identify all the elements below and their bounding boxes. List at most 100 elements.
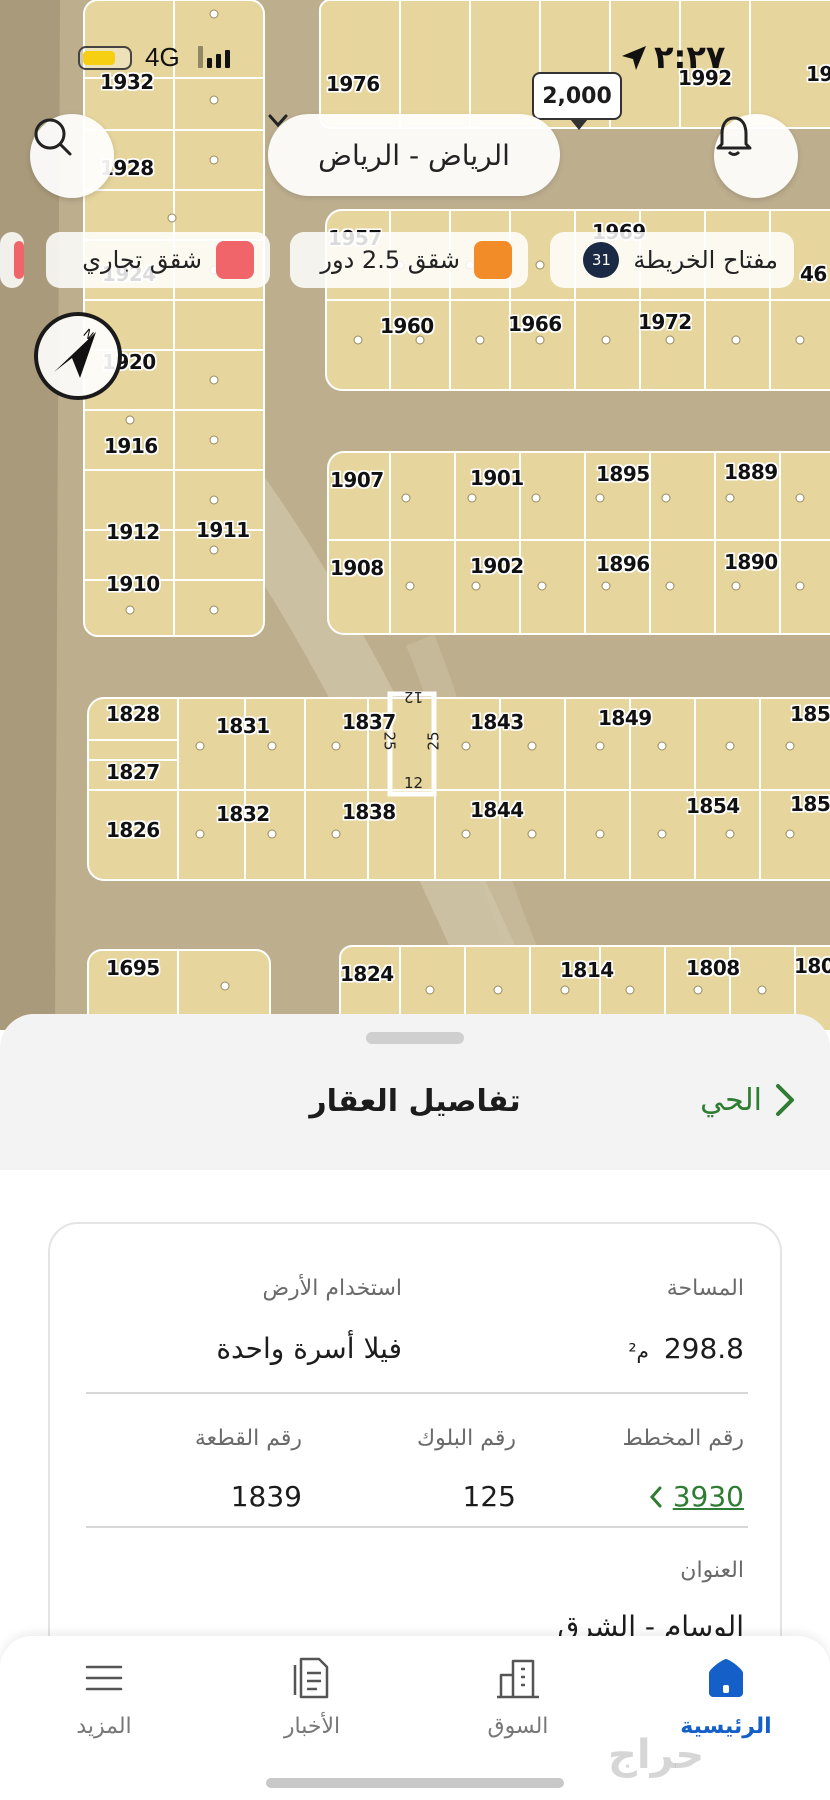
chevron-right-icon	[776, 1084, 794, 1116]
plot-number: 1849	[598, 706, 652, 730]
plot-number: 1966	[508, 312, 562, 336]
plot-number: 185	[790, 702, 830, 726]
home-icon	[709, 1659, 743, 1697]
plot-number: 185	[790, 792, 830, 816]
plot-number: 1831	[216, 714, 270, 738]
plan-link[interactable]: 3930	[649, 1480, 744, 1513]
plot-number: 180	[794, 954, 830, 978]
tab-more-label: المزيد	[76, 1714, 132, 1739]
plot-number: 1889	[724, 460, 778, 484]
bell-icon	[716, 116, 752, 156]
plot-label: رقم القطعة	[194, 1426, 302, 1451]
chevron-down-icon	[268, 114, 288, 128]
block-value: 125	[462, 1480, 516, 1513]
chip-label: شقق تجاري	[82, 246, 202, 274]
sheet-grabber[interactable]	[366, 1032, 464, 1044]
legend-swatch	[216, 241, 254, 279]
plot-dimension: 25	[380, 731, 399, 751]
plot-number: 1907	[330, 468, 384, 492]
area-number: 298.8	[663, 1332, 744, 1365]
plot-number: 1824	[340, 962, 394, 986]
location-arrow-icon	[622, 46, 646, 70]
status-time: ٢:٢٧	[654, 38, 726, 76]
plot-number: 1910	[106, 572, 160, 596]
plot-number: 1808	[686, 956, 740, 980]
plot-number: 1960	[380, 314, 434, 338]
tab-market-label: السوق	[487, 1714, 549, 1739]
block-label: رقم البلوك	[416, 1426, 516, 1451]
legend-swatch	[474, 241, 512, 279]
search-button[interactable]	[30, 114, 114, 198]
plot-number: 1827	[106, 760, 160, 784]
address-label: العنوان	[680, 1558, 744, 1583]
plot-dimension: 12	[404, 774, 424, 792]
watermark-logo: حراج	[608, 1732, 705, 1778]
chip-map-key[interactable]: مفتاح الخريطة 31	[550, 232, 794, 288]
land-use-value: فيلا أسرة واحدة	[216, 1332, 402, 1365]
plot-number: 1844	[470, 798, 524, 822]
tab-more[interactable]: المزيد	[24, 1650, 184, 1750]
divider	[86, 1526, 748, 1528]
plot-number: 1902	[470, 554, 524, 578]
chip-commercial-apartments[interactable]: شقق تجاري	[46, 232, 270, 288]
city-selector-label: الرياض - الرياض	[318, 138, 510, 172]
neighborhood-link-label: الحي	[700, 1082, 762, 1118]
plot-number: 1911	[196, 518, 250, 542]
plot-number: 1972	[638, 310, 692, 334]
land-use-label: استخدام الأرض	[262, 1276, 402, 1301]
plot-number: 1895	[596, 462, 650, 486]
price-tooltip[interactable]: 2,000	[532, 72, 622, 130]
chip-partial[interactable]	[0, 232, 24, 288]
compass-button[interactable]: N	[34, 312, 122, 400]
tab-news[interactable]: الأخبار	[232, 1650, 392, 1750]
plot-number: 1838	[342, 800, 396, 824]
area-value: 298.8 م²	[629, 1332, 745, 1365]
tab-bar: الرئيسية السوق الأخبار المزيد حراج	[0, 1636, 830, 1800]
network-type: 4G	[145, 42, 180, 72]
map-view[interactable]: 1932 1976 1992 19 1928 1957 1969 46 1924…	[0, 0, 830, 1030]
buildings-icon	[497, 1659, 539, 1699]
divider	[86, 1392, 748, 1394]
chip-label: مفتاح الخريطة	[633, 246, 778, 274]
plot-number: 1890	[724, 550, 778, 574]
plot-number: 1832	[216, 802, 270, 826]
notifications-button[interactable]	[714, 114, 798, 198]
svg-text:N: N	[80, 326, 96, 342]
plot-dimension: 12	[404, 688, 424, 706]
battery-icon	[78, 46, 132, 70]
signal-icon	[198, 44, 230, 68]
plan-label: رقم المخطط	[622, 1426, 744, 1451]
property-card: المساحة 298.8 م² استخدام الأرض فيلا أسرة…	[48, 1222, 782, 1692]
area-label: المساحة	[666, 1276, 744, 1301]
neighborhood-link[interactable]: الحي	[700, 1082, 796, 1118]
plot-number: 1901	[470, 466, 524, 490]
legend-swatch	[14, 241, 24, 279]
plot-number: 1695	[106, 956, 160, 980]
plot-value: 1839	[230, 1480, 302, 1513]
city-selector[interactable]: الرياض - الرياض	[268, 114, 560, 196]
plot-number: 1896	[596, 552, 650, 576]
plot-dimension: 25	[424, 731, 443, 751]
plot-number: 1912	[106, 520, 160, 544]
document-icon	[293, 1657, 329, 1699]
plot-number: 1843	[470, 710, 524, 734]
map-key-count: 31	[583, 242, 620, 278]
tab-news-label: الأخبار	[283, 1714, 341, 1739]
status-bar: 4G ٢:٢٧	[0, 36, 830, 76]
menu-icon	[85, 1665, 123, 1691]
search-icon	[34, 118, 72, 156]
home-indicator	[266, 1778, 564, 1788]
plan-value[interactable]: 3930	[673, 1480, 744, 1513]
plot-number: 1837	[342, 710, 396, 734]
plot-number: 1854	[686, 794, 740, 818]
plot-number: 1916	[104, 434, 158, 458]
chip-label: شقق 2.5 دور	[320, 246, 460, 274]
tab-market[interactable]: السوق	[438, 1650, 598, 1750]
chevron-left-icon	[649, 1486, 662, 1507]
plot-number: 1828	[106, 702, 160, 726]
plot-number: 1908	[330, 556, 384, 580]
chip-apartments-2-5[interactable]: شقق 2.5 دور	[290, 232, 528, 288]
compass-icon: N	[54, 326, 96, 378]
plot-number: 1814	[560, 958, 614, 982]
plot-number: 1826	[106, 818, 160, 842]
